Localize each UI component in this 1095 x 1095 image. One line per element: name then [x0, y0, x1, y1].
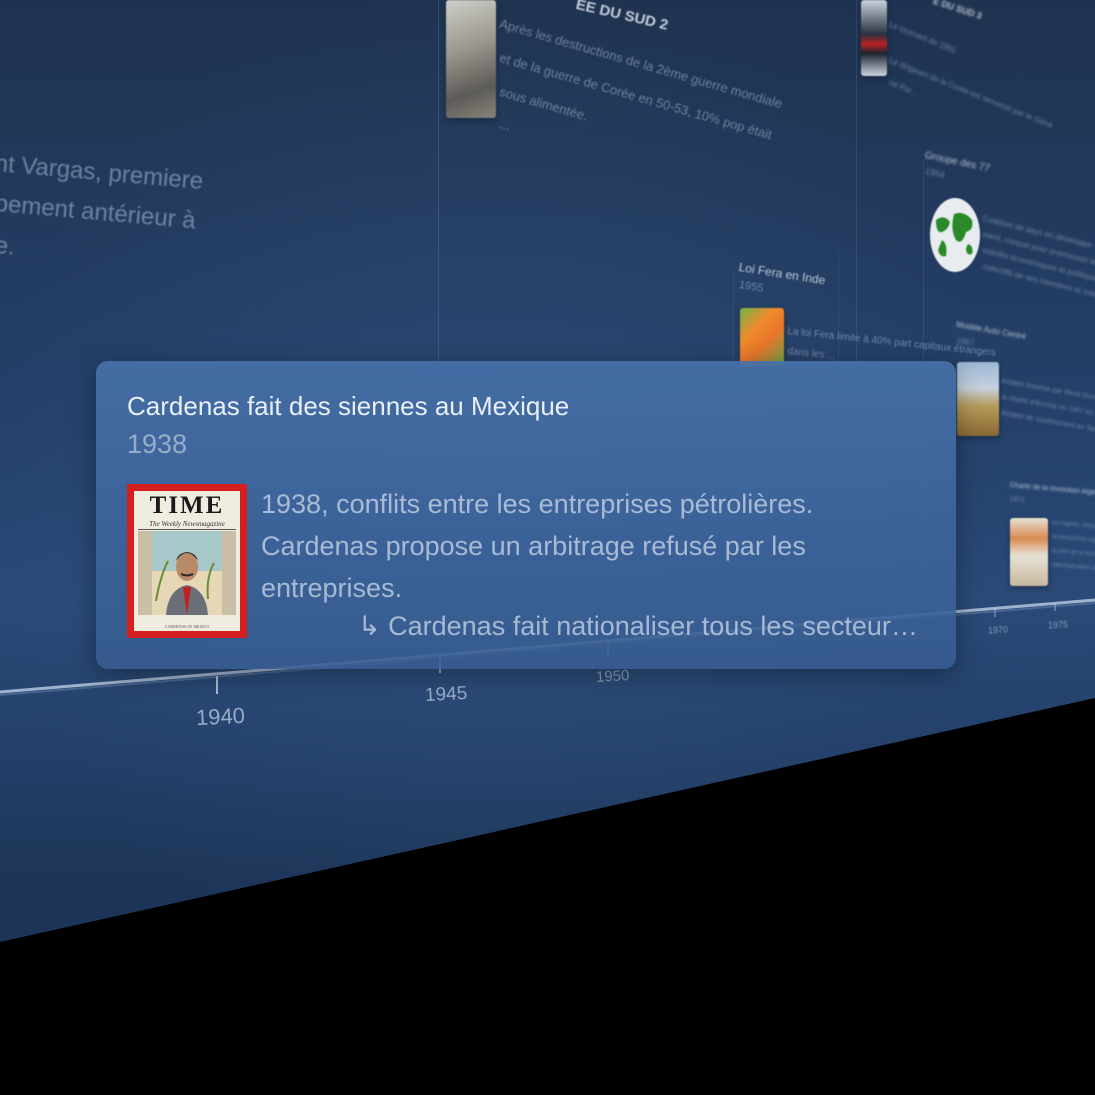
portrait-illustration [138, 531, 236, 615]
year-label: 1945 [424, 682, 468, 707]
document-thumbnail [1010, 518, 1048, 586]
year-label: 1975 [1047, 619, 1069, 631]
cover-subtitle: The Weekly Newsmagazine [149, 520, 225, 528]
year-label: 1970 [987, 624, 1009, 636]
card-title: Cardenas fait des siennes au Mexique [127, 391, 570, 421]
event-year: 1971 [1009, 496, 1026, 505]
india-map-thumbnail [740, 308, 784, 366]
column-divider [856, 0, 857, 362]
event-photo [861, 0, 887, 76]
card-year: 1938 [127, 429, 188, 459]
time-magazine-cover: TIME The Weekly Newsmagazine CARDENAS OF… [127, 484, 247, 638]
cover-caption: CARDENAS OF MEXICO [164, 624, 210, 629]
world-map-thumbnail [930, 198, 980, 272]
related-event-link[interactable]: ↳ Cardenas fait nationaliser tous les se… [358, 611, 918, 642]
timeline-3d-view: 1940 1945 1950 1970 1975 nt Vargas, prem… [0, 0, 1095, 1095]
event-detail-card[interactable]: Cardenas fait des siennes au Mexique 193… [96, 361, 956, 669]
event-photo [446, 0, 496, 118]
year-label: 1950 [595, 667, 630, 686]
event-text: e. [0, 232, 16, 261]
year-label: 1940 [195, 702, 246, 731]
cover-masthead: TIME [149, 492, 225, 519]
giraffe-photo-thumbnail [957, 362, 999, 436]
card-description: 1938, conflits entre les entreprises pét… [261, 489, 814, 603]
column-divider [438, 0, 439, 362]
